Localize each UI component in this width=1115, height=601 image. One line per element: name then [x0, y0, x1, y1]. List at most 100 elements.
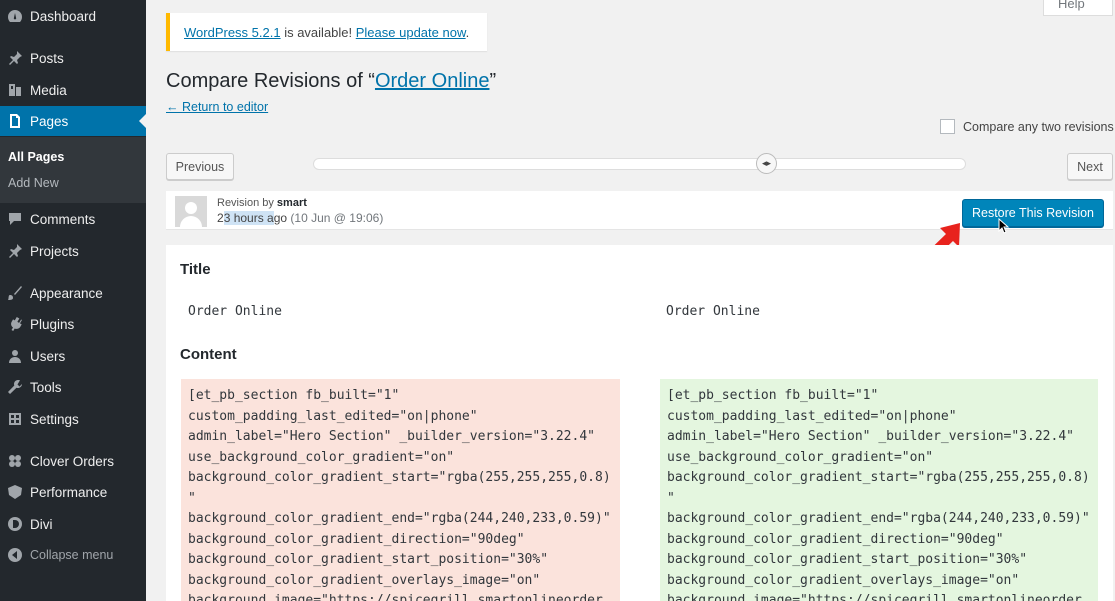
notice-text: is available! — [280, 25, 356, 40]
users-icon — [0, 348, 30, 364]
diff-line: background_color_gradient_start="rgba(25… — [667, 470, 1090, 485]
collapse-menu-button[interactable]: Collapse menu — [0, 540, 146, 570]
sidebar-item-label: Pages — [30, 113, 69, 129]
diff-line: " — [188, 490, 196, 506]
sidebar-item-label: Plugins — [30, 316, 75, 332]
diff-line: background_color_gradient_direction="90d… — [188, 531, 525, 547]
drag-arrows-icon: ◂▸ — [761, 158, 772, 168]
diff-line: background_color_gradient_end="rgba(244,… — [188, 511, 611, 526]
sidebar-item-clover-orders[interactable]: Clover Orders — [0, 446, 146, 476]
divi-icon — [0, 516, 30, 532]
revision-author: Revision by smart — [217, 197, 307, 209]
compare-two-revisions-toggle[interactable]: Compare any two revisions — [940, 119, 1114, 134]
plugin-icon — [0, 316, 30, 332]
submenu-add-new[interactable]: Add New — [8, 176, 59, 190]
revision-date: (10 Jun @ 19:06) — [290, 211, 384, 225]
pages-submenu: All Pages Add New — [0, 137, 146, 203]
sidebar-item-tools[interactable]: Tools — [0, 372, 146, 402]
compare-two-label: Compare any two revisions — [963, 119, 1114, 134]
diff-line: background_color_gradient_overlays_image… — [667, 572, 1020, 588]
submenu-all-pages[interactable]: All Pages — [8, 150, 64, 164]
author-name: smart — [276, 197, 307, 209]
title-suffix: ” — [489, 70, 497, 92]
diff-line: " — [667, 490, 675, 506]
sidebar-item-pages[interactable]: Pages — [0, 106, 146, 136]
sidebar-item-dashboard[interactable]: Dashboard — [0, 1, 146, 31]
next-button[interactable]: Next — [1067, 153, 1113, 180]
sidebar-item-label: Divi — [30, 516, 53, 532]
update-notice: WordPress 5.2.1 is available! Please upd… — [166, 13, 487, 51]
diff-line: background_color_gradient_start_position… — [188, 552, 549, 567]
page-title: Compare Revisions of “Order Online” — [166, 70, 496, 93]
diff-line: background_color_gradient_start="rgba(25… — [188, 470, 611, 485]
diff-line: background_color_gradient_direction="90d… — [667, 531, 1004, 547]
diff-line: admin_label="Hero Section" _builder_vers… — [188, 429, 595, 444]
sidebar-item-label: Dashboard — [30, 8, 97, 24]
diff-line: admin_label="Hero Section" _builder_vers… — [667, 429, 1074, 444]
revision-slider[interactable] — [313, 158, 966, 170]
collapse-icon — [0, 547, 30, 563]
diff-line: background_image="https://spicegrill.sma… — [667, 593, 1082, 601]
content-section-heading: Content — [180, 346, 237, 363]
diff-line: [et_pb_section fb_built="1" — [667, 388, 879, 403]
sidebar-item-projects[interactable]: Projects — [0, 236, 146, 266]
previous-button[interactable]: Previous — [166, 153, 234, 180]
update-now-link[interactable]: Please update now — [356, 25, 466, 40]
diff-line: [et_pb_section fb_built="1" — [188, 388, 400, 403]
wordpress-version-link[interactable]: WordPress 5.2.1 — [184, 25, 281, 40]
sidebar-item-label: Media — [30, 82, 67, 98]
new-title-value: Order Online — [666, 304, 760, 319]
sidebar-item-label: Comments — [30, 211, 96, 227]
slider-handle[interactable]: ◂▸ — [756, 153, 777, 174]
old-title-value: Order Online — [188, 304, 282, 319]
diff-line: background_color_gradient_end="rgba(244,… — [667, 511, 1090, 526]
sidebar-item-label: Users — [30, 348, 66, 364]
sidebar-item-media[interactable]: Media — [0, 75, 146, 105]
sidebar-item-posts[interactable]: Posts — [0, 43, 146, 73]
pushpin-icon — [0, 50, 30, 66]
text-selection-highlight: 3 hours a — [223, 211, 274, 225]
sidebar-item-performance[interactable]: Performance — [0, 477, 146, 507]
sidebar-item-label: Settings — [30, 411, 79, 427]
sidebar-item-label: Appearance — [30, 285, 103, 301]
diff-line: custom_padding_last_edited="on|phone" — [667, 408, 957, 424]
sidebar-item-users[interactable]: Users — [0, 341, 146, 371]
notice-end: . — [465, 25, 470, 40]
media-icon — [0, 82, 30, 98]
diff-line: use_background_color_gradient="on" — [667, 449, 934, 465]
sidebar-item-settings[interactable]: Settings — [0, 404, 146, 434]
return-to-editor-link[interactable]: ← Return to editor — [166, 100, 268, 114]
sidebar-item-label: Projects — [30, 243, 79, 259]
admin-sidebar: Dashboard Posts Media Pages All Pages Ad… — [0, 0, 146, 601]
sidebar-item-label: Collapse menu — [30, 548, 114, 562]
dashboard-icon — [0, 8, 30, 24]
sidebar-item-appearance[interactable]: Appearance — [0, 278, 146, 308]
revision-time: 23 hours ago (10 Jun @ 19:06) — [217, 211, 384, 225]
sidebar-item-divi[interactable]: Divi — [0, 509, 146, 539]
wrench-icon — [0, 379, 30, 395]
sidebar-item-plugins[interactable]: Plugins — [0, 309, 146, 339]
pushpin-icon — [0, 243, 30, 259]
diff-panel: Title Order Online Order Online Content … — [166, 245, 1113, 601]
page-title-link[interactable]: Order Online — [375, 70, 490, 92]
diff-line: use_background_color_gradient="on" — [188, 449, 455, 465]
sidebar-item-comments[interactable]: Comments — [0, 204, 146, 234]
brush-icon — [0, 285, 30, 301]
sidebar-item-label: Clover Orders — [30, 453, 115, 469]
removed-content-block: [et_pb_section fb_built="1" custom_paddi… — [181, 379, 620, 601]
compare-two-checkbox[interactable] — [940, 119, 955, 134]
diff-line: background_image="https://spicegrill.sma… — [188, 593, 603, 601]
active-indicator — [139, 114, 146, 128]
pages-icon — [0, 113, 30, 129]
avatar — [175, 196, 207, 227]
title-section-heading: Title — [180, 261, 211, 278]
help-tab[interactable]: Help — [1043, 0, 1113, 16]
diff-line: background_color_gradient_overlays_image… — [188, 572, 541, 588]
mouse-cursor-icon — [998, 218, 1010, 234]
added-content-block: [et_pb_section fb_built="1" custom_paddi… — [660, 379, 1098, 601]
settings-icon — [0, 411, 30, 427]
sidebar-item-label: Tools — [30, 379, 62, 395]
clover-icon — [0, 453, 30, 469]
restore-revision-button[interactable]: Restore This Revision — [962, 199, 1104, 227]
diff-line: custom_padding_last_edited="on|phone" — [188, 408, 478, 424]
